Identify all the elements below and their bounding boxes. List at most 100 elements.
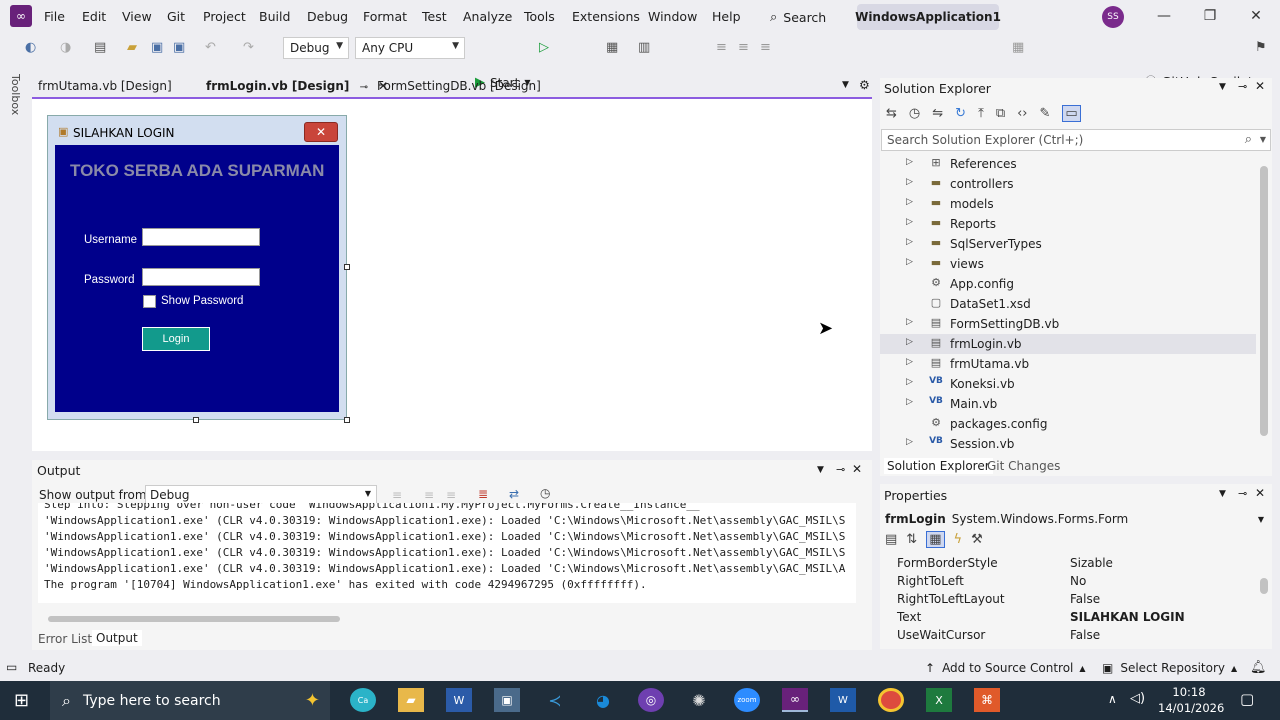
resize-handle[interactable] — [193, 417, 199, 423]
output-vscrollbar[interactable] — [856, 512, 868, 608]
speaker-icon[interactable]: ◁) — [1130, 691, 1145, 706]
expand-arrow-icon[interactable]: ▷ — [906, 357, 913, 367]
alphabetical-icon[interactable]: ⇅ — [906, 532, 917, 547]
menu-tools[interactable]: Tools — [524, 9, 555, 24]
menu-format[interactable]: Format — [363, 9, 407, 24]
property-value[interactable]: False — [1070, 592, 1100, 606]
property-value[interactable]: No — [1070, 574, 1086, 588]
vscode-icon[interactable]: ≺ — [542, 688, 568, 712]
properties-icon[interactable]: ✎ — [1040, 106, 1051, 121]
app-icon[interactable]: ▣ — [494, 688, 520, 712]
history-icon[interactable]: ◷ — [909, 106, 920, 121]
xampp-icon[interactable]: ⌘ — [974, 688, 1000, 712]
forward-icon[interactable]: ◑ — [60, 40, 71, 55]
tree-item[interactable]: ⚙ App.config — [880, 274, 1256, 294]
solution-scrollbar[interactable] — [1260, 166, 1268, 436]
username-input[interactable] — [142, 228, 260, 246]
expand-arrow-icon[interactable]: ▷ — [906, 177, 913, 187]
property-row[interactable]: UseWaitCursor False — [897, 627, 1257, 639]
windows-start-icon[interactable]: ⊞ — [14, 690, 29, 711]
property-row[interactable]: FormBorderStyle Sizable — [897, 555, 1257, 573]
expand-arrow-icon[interactable]: ▷ — [906, 197, 913, 207]
tree-item[interactable]: ▷ ▤ frmUtama.vb — [880, 354, 1256, 374]
back-icon[interactable]: ◐ — [25, 40, 36, 55]
menu-help[interactable]: Help — [712, 9, 741, 24]
property-row[interactable]: Text SILAHKAN LOGIN — [897, 609, 1257, 627]
output-hscrollbar[interactable] — [48, 616, 340, 622]
show-all-files-icon[interactable]: ⧉ — [996, 106, 1005, 121]
tree-item[interactable]: ▷ ▤ frmLogin.vb — [880, 334, 1256, 354]
undo-icon[interactable]: ↶ — [205, 40, 216, 55]
prev-message-icon[interactable]: ≡ — [424, 488, 434, 502]
visual-studio-icon[interactable]: ∞ — [782, 688, 808, 712]
canva-icon[interactable]: Ca — [350, 688, 376, 712]
redo-icon[interactable]: ↷ — [243, 40, 254, 55]
tab-frmutama[interactable]: frmUtama.vb [Design] — [34, 77, 176, 97]
tab-frmlogin[interactable]: frmLogin.vb [Design] ⊸ ✕ — [202, 77, 393, 97]
property-value[interactable]: SILAHKAN LOGIN — [1070, 610, 1185, 624]
vb-icon[interactable]: W — [830, 688, 856, 712]
file-explorer-icon[interactable]: ▰ — [398, 688, 424, 712]
properties-view-icon[interactable]: ▦ — [926, 531, 945, 548]
resize-handle[interactable] — [344, 417, 350, 423]
configuration-select[interactable]: Debug ▼ — [283, 37, 349, 59]
solution-search-input[interactable]: Search Solution Explorer (Ctrl+;) ⌕ ▼ — [881, 129, 1271, 151]
action-center-icon[interactable]: ▢ — [1240, 690, 1254, 708]
close-panel-icon[interactable]: ✕ — [1255, 486, 1265, 500]
excel-icon[interactable]: X — [926, 688, 952, 712]
properties-scrollbar[interactable] — [1260, 578, 1268, 594]
settings-gear-icon[interactable]: ⚙ — [859, 78, 870, 92]
taskbar-clock[interactable]: 10:18 14/01/2026 — [1158, 684, 1224, 716]
tree-item[interactable]: ▷ VB Session.vb — [880, 434, 1256, 454]
login-button[interactable]: Login — [142, 327, 210, 351]
word-icon[interactable]: W — [446, 688, 472, 712]
property-value[interactable]: Sizable — [1070, 556, 1113, 570]
tab-solution-explorer[interactable]: Solution Explorer — [884, 458, 993, 474]
chevron-down-icon[interactable]: ▼ — [1219, 489, 1226, 499]
feedback-icon[interactable]: ⚑ — [1255, 40, 1267, 55]
menu-git[interactable]: Git — [167, 9, 185, 24]
output-source-select[interactable]: Debug ▼ — [145, 485, 377, 505]
expand-arrow-icon[interactable]: ▷ — [906, 257, 913, 267]
close-panel-icon[interactable]: ✕ — [852, 462, 862, 476]
tree-item[interactable]: ▷ ▬ SqlServerTypes — [880, 234, 1256, 254]
tree-item[interactable]: ▷ ⊞ References — [880, 154, 1256, 174]
align-left-icon[interactable]: ≡ — [716, 40, 727, 55]
menu-test[interactable]: Test — [422, 9, 447, 24]
pin-icon[interactable]: ⊸ — [1238, 487, 1247, 500]
pin-icon[interactable]: ⊸ — [360, 82, 368, 93]
expand-arrow-icon[interactable]: ▷ — [906, 217, 913, 227]
minimize-icon[interactable]: — — [1154, 8, 1174, 26]
menu-analyze[interactable]: Analyze — [463, 9, 512, 24]
property-pages-icon[interactable]: ⚒ — [971, 532, 983, 547]
new-project-icon[interactable]: ▤ — [94, 40, 106, 55]
platform-select[interactable]: Any CPU ▼ — [355, 37, 465, 59]
expand-arrow-icon[interactable]: ▷ — [906, 337, 913, 347]
open-folder-icon[interactable]: ▰ — [127, 40, 137, 55]
menu-build[interactable]: Build — [259, 9, 290, 24]
sync-icon[interactable]: ⇆ — [886, 106, 897, 121]
browser-link-icon[interactable]: ▦ — [606, 40, 618, 55]
select-repository-button[interactable]: ▣ Select Repository ▲ — [1102, 661, 1237, 675]
next-message-icon[interactable]: ≡ — [446, 488, 456, 502]
tree-item[interactable]: ▷ ▬ views — [880, 254, 1256, 274]
form-close-button[interactable]: ✕ — [304, 122, 338, 142]
tree-item[interactable]: ▷ VB Koneksi.vb — [880, 374, 1256, 394]
chevron-down-icon[interactable]: ▼ — [1219, 82, 1226, 92]
refresh-icon[interactable]: ↻ — [955, 106, 966, 121]
chevron-down-icon[interactable]: ▼ — [817, 465, 824, 475]
collapse-all-icon[interactable]: ⤒ — [978, 106, 984, 121]
tab-formsettingdb[interactable]: FormSettingDB.vb [Design] — [373, 77, 545, 97]
close-panel-icon[interactable]: ✕ — [1255, 79, 1265, 93]
password-input[interactable] — [142, 268, 260, 286]
expand-arrow-icon[interactable]: ▷ — [906, 157, 913, 167]
show-password-checkbox[interactable] — [143, 295, 156, 308]
grid-icon[interactable]: ▦ — [1012, 40, 1024, 55]
layout-icon[interactable]: ▥ — [638, 40, 650, 55]
tab-overflow-icon[interactable]: ▼ — [842, 80, 849, 90]
events-icon[interactable]: ϟ — [954, 532, 963, 547]
tree-item[interactable]: ▷ ▤ FormSettingDB.vb — [880, 314, 1256, 334]
view-code-icon[interactable]: ‹› — [1017, 106, 1027, 121]
expand-arrow-icon[interactable]: ▷ — [906, 237, 913, 247]
expand-arrow-icon[interactable]: ▷ — [906, 397, 913, 407]
